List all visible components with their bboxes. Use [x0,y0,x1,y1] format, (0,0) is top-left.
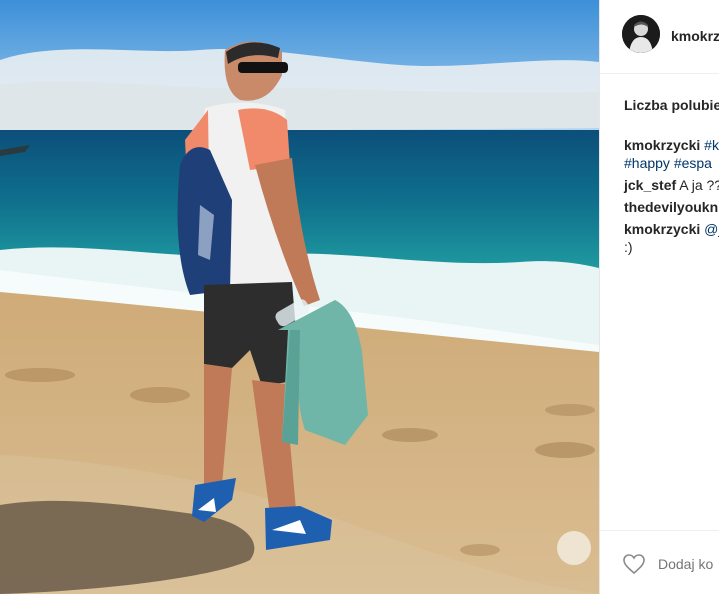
post-sidebar: kmokrz Liczba polubie kmokrzycki #k #hap… [599,0,719,594]
comment-item: thedevilyoukn [624,198,719,216]
comment-item: jck_stef A ja ?? [624,176,719,194]
post-photo[interactable] [0,0,599,594]
hashtag-link[interactable]: #espa [674,155,712,171]
heart-outline-icon[interactable] [622,553,646,575]
avatar[interactable] [622,15,660,53]
comment-list: kmokrzycki #k #happy #espa jck_stef A ja… [624,136,719,260]
comment-author[interactable]: kmokrzycki [624,221,700,237]
comment-author[interactable]: kmokrzycki [624,137,700,153]
post-author-username[interactable]: kmokrz [671,28,719,44]
comment-item: kmokrzycki @j :) [624,220,719,256]
comment-author[interactable]: jck_stef [624,177,676,193]
mention-link[interactable]: @j [700,221,719,237]
hashtag-link[interactable]: #happy [624,155,670,171]
beach-photo-image [0,0,599,594]
comment-item: kmokrzycki #k #happy #espa [624,136,719,172]
comment-author[interactable]: thedevilyoukn [624,199,718,215]
post-header: kmokrz [600,0,719,74]
add-comment-input[interactable] [658,556,719,572]
comment-text: A ja ?? [676,177,719,193]
post-footer [600,530,719,594]
comment-text: :) [624,239,633,255]
likes-count[interactable]: Liczba polubie [624,97,719,113]
watermark-logo [557,531,591,565]
hashtag-link[interactable]: #k [704,137,719,153]
avatar-photo-icon [622,15,660,53]
